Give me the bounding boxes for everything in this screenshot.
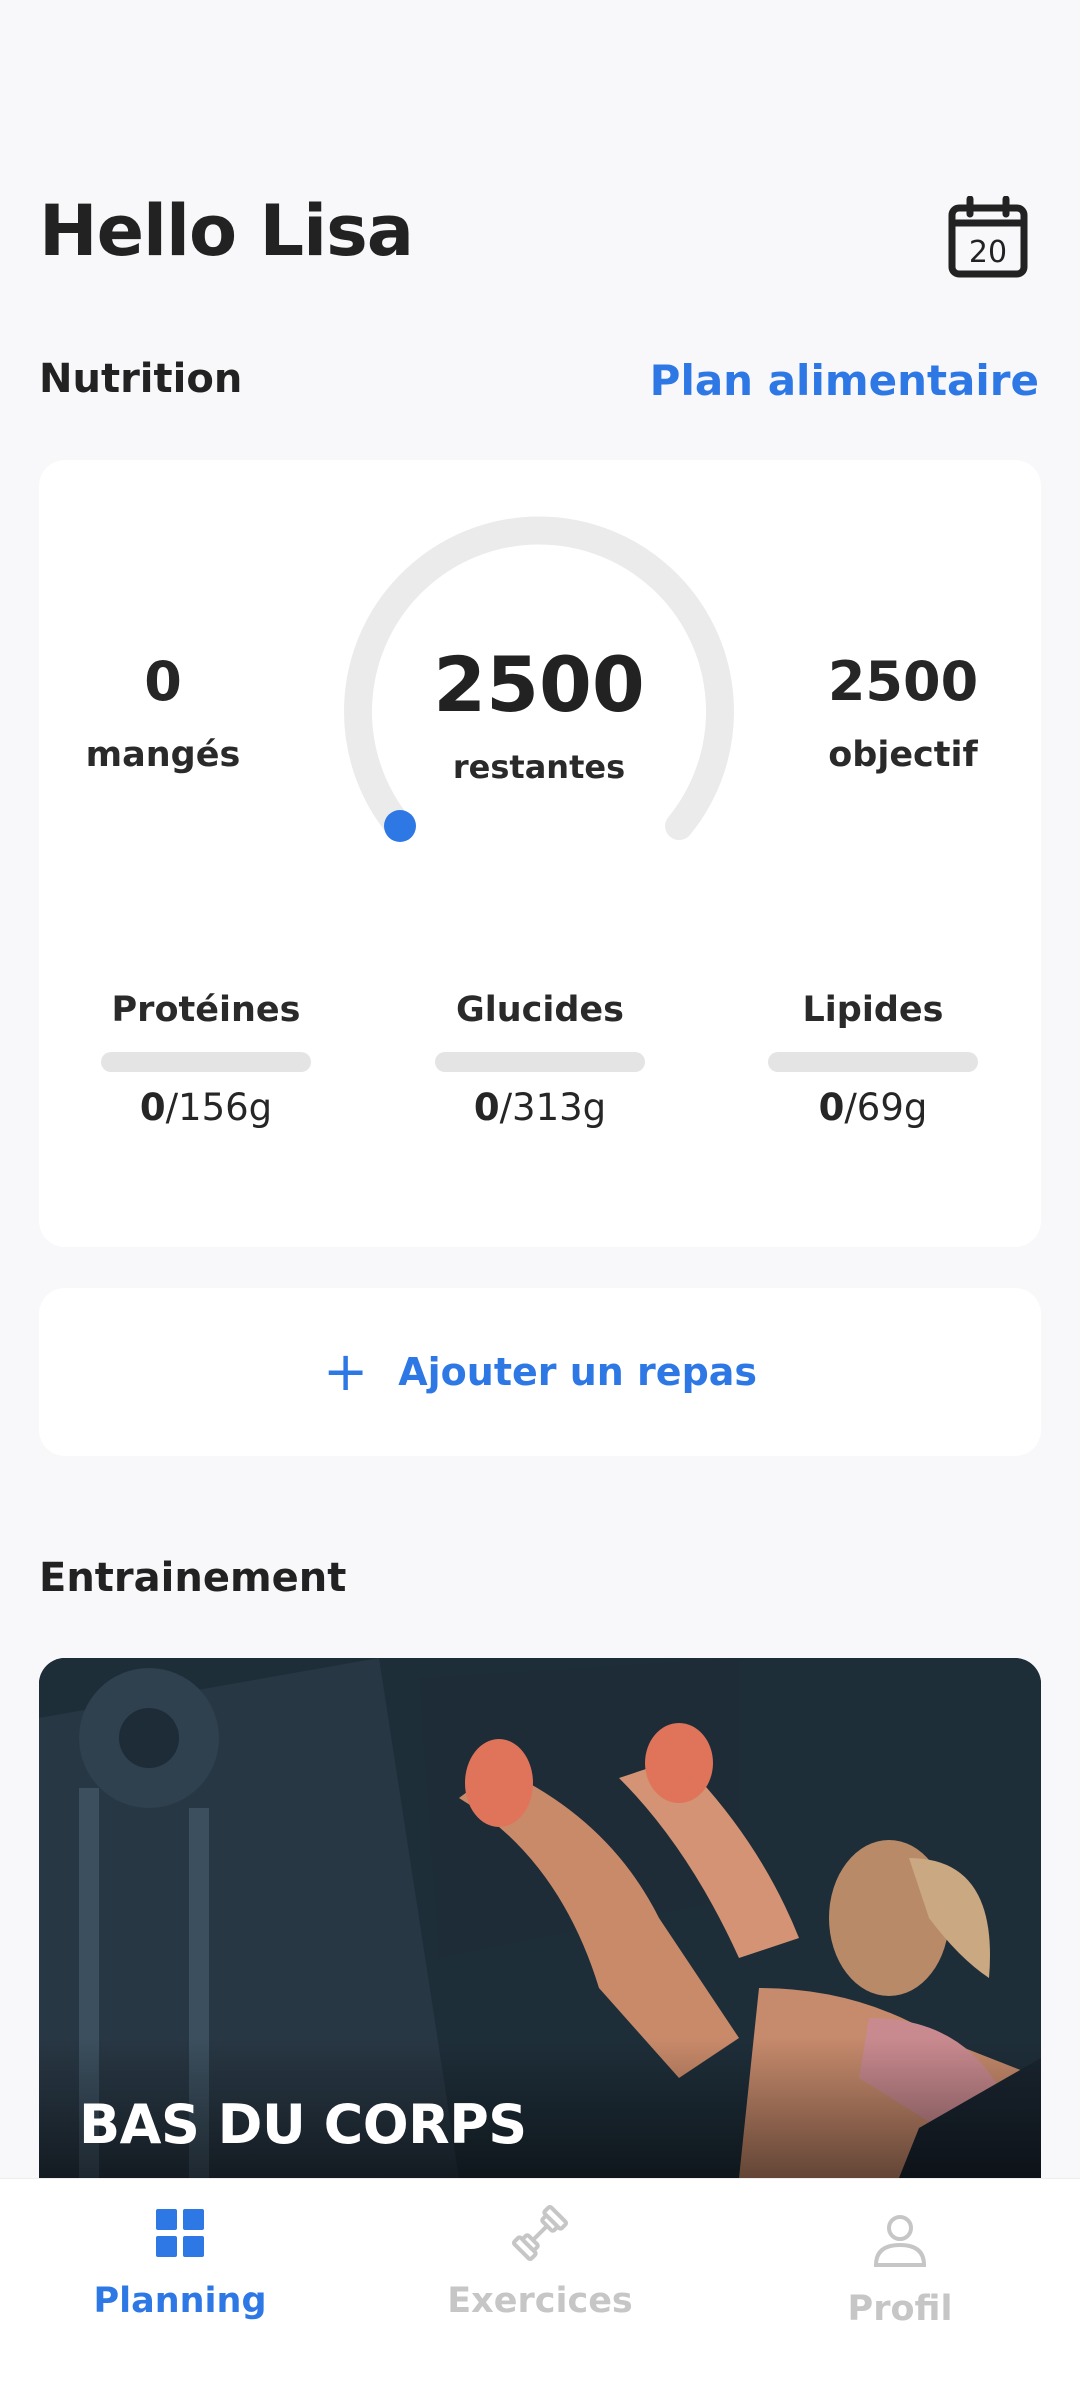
macro-progress-bar — [101, 1052, 311, 1072]
macro-value: 0/156g — [76, 1086, 336, 1129]
nav-profile[interactable]: Profil — [760, 2211, 1040, 2329]
eaten-stat: 0 mangés — [33, 650, 293, 775]
goal-value: 2500 — [827, 650, 979, 713]
macro-progress-bar — [435, 1052, 645, 1072]
macro-target: /313g — [499, 1086, 607, 1129]
nutrition-card: 0 mangés 2500 restantes 2500 objectif Pr… — [39, 460, 1041, 1247]
macro-name: Protéines — [111, 990, 301, 1030]
eaten-label: mangés — [85, 735, 241, 775]
macro-carbs: Glucides 0/313g — [410, 990, 670, 1129]
goal-stat: 2500 objectif — [773, 650, 1033, 775]
macro-current: 0 — [473, 1086, 500, 1129]
eaten-value: 0 — [144, 650, 182, 713]
macro-name: Lipides — [802, 990, 944, 1030]
macro-current: 0 — [818, 1086, 845, 1129]
training-card[interactable]: BAS DU CORPS — [39, 1658, 1041, 2178]
dumbbell-icon — [511, 2204, 569, 2262]
nav-label: Exercices — [447, 2281, 633, 2321]
workout-title: BAS DU CORPS — [79, 2093, 527, 2156]
training-section-title: Entrainement — [39, 1555, 347, 1601]
calendar-day: 20 — [969, 235, 1007, 270]
add-meal-label: Ajouter un repas — [398, 1350, 758, 1394]
remaining-label: restantes — [452, 748, 626, 786]
macro-proteins: Protéines 0/156g — [76, 990, 336, 1129]
gauge-marker — [384, 810, 416, 842]
grid-icon — [156, 2209, 204, 2257]
page-title: Hello Lisa — [39, 190, 414, 272]
calendar-button[interactable]: 20 — [948, 196, 1028, 278]
goal-label: objectif — [828, 735, 978, 775]
macro-progress-bar — [768, 1052, 978, 1072]
nav-exercises[interactable]: Exercices — [400, 2203, 680, 2321]
remaining-value: 2500 — [433, 640, 645, 729]
macro-current: 0 — [139, 1086, 166, 1129]
nutrition-section-title: Nutrition — [39, 356, 243, 402]
plus-icon: + — [322, 1340, 369, 1403]
macro-name: Glucides — [455, 990, 624, 1030]
bottom-navigation: Planning Exercices Profil — [0, 2178, 1080, 2400]
user-icon — [873, 2215, 927, 2267]
macro-fats: Lipides 0/69g — [743, 990, 1003, 1129]
macro-target: /69g — [844, 1086, 928, 1129]
calendar-icon: 20 — [948, 196, 1028, 278]
nav-planning[interactable]: Planning — [40, 2203, 320, 2321]
nav-label: Profil — [847, 2289, 953, 2329]
macro-value: 0/69g — [743, 1086, 1003, 1129]
home-screen: Hello Lisa 20 Nutrition Plan alimentaire… — [0, 0, 1080, 2400]
macro-value: 0/313g — [410, 1086, 670, 1129]
meal-plan-link[interactable]: Plan alimentaire — [650, 356, 1039, 405]
nav-label: Planning — [93, 2281, 267, 2321]
add-meal-button[interactable]: + Ajouter un repas — [39, 1288, 1041, 1456]
macro-target: /156g — [165, 1086, 273, 1129]
